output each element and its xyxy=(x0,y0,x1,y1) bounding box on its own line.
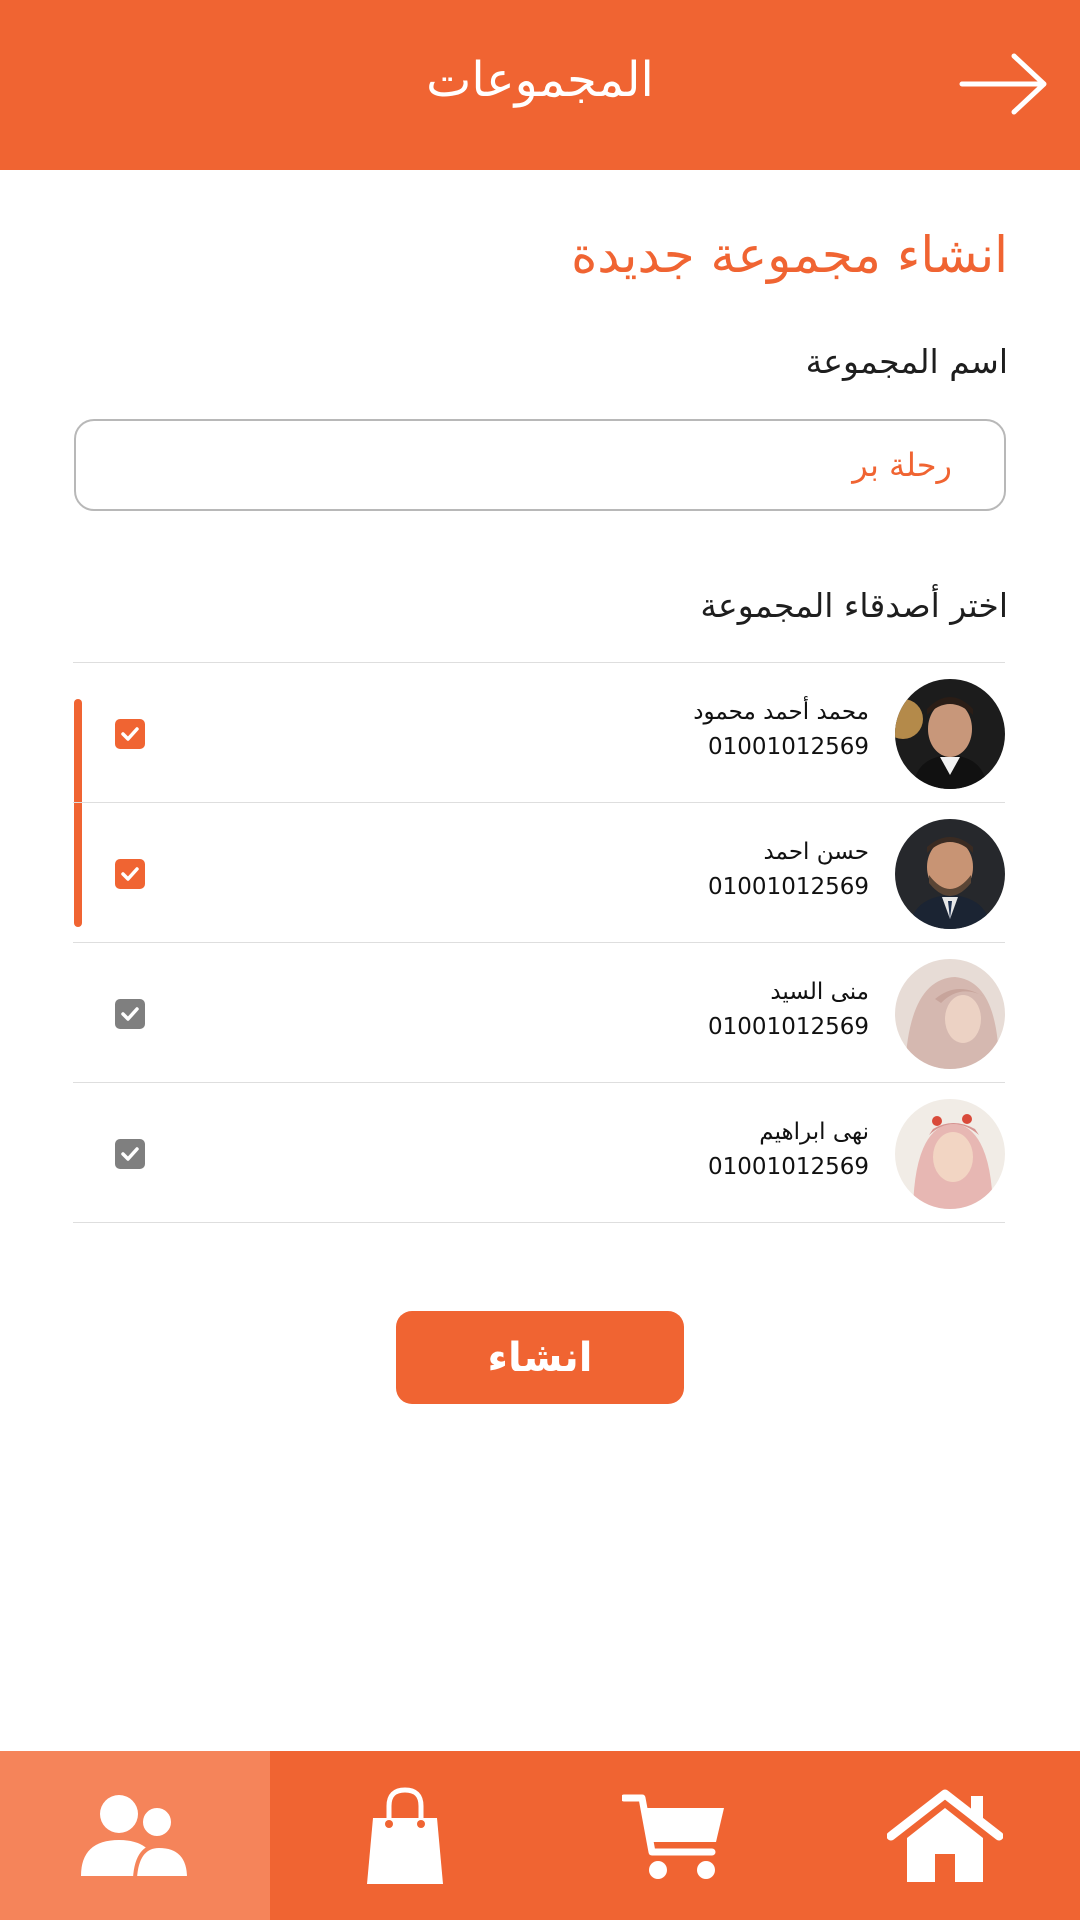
friend-checkbox[interactable] xyxy=(115,859,145,889)
friend-phone: 01001012569 xyxy=(708,734,869,760)
avatar xyxy=(895,959,1005,1069)
nav-cart[interactable] xyxy=(540,1751,810,1920)
friends-list: محمد أحمد محمود 01001012569 حسن احمد 010… xyxy=(73,662,1005,1223)
cart-icon xyxy=(622,1794,724,1879)
friend-row[interactable]: محمد أحمد محمود 01001012569 xyxy=(73,663,1005,803)
checkmark-icon xyxy=(121,1147,139,1161)
friend-row[interactable]: حسن احمد 01001012569 xyxy=(73,803,1005,943)
friend-row[interactable]: نهى ابراهيم 01001012569 xyxy=(73,1083,1005,1223)
friend-name: منى السيد xyxy=(770,979,869,1005)
select-friends-label: اختر أصدقاء المجموعة xyxy=(700,586,1008,625)
avatar xyxy=(895,1099,1005,1209)
nav-shopping-bag[interactable] xyxy=(270,1751,540,1920)
friend-checkbox[interactable] xyxy=(115,719,145,749)
friend-row[interactable]: منى السيد 01001012569 xyxy=(73,943,1005,1083)
friend-name: نهى ابراهيم xyxy=(759,1119,869,1145)
friend-phone: 01001012569 xyxy=(708,1154,869,1180)
friend-phone: 01001012569 xyxy=(708,874,869,900)
shopping-bag-icon xyxy=(367,1786,443,1884)
group-name-label: اسم المجموعة xyxy=(805,342,1008,381)
create-group-button[interactable]: انشاء xyxy=(396,1311,684,1404)
avatar xyxy=(895,819,1005,929)
create-group-heading: انشاء مجموعة جديدة xyxy=(571,226,1008,284)
groups-screen: المجموعات انشاء مجموعة جديدة اسم المجموع… xyxy=(0,0,1080,1920)
friend-phone: 01001012569 xyxy=(708,1014,869,1040)
checkmark-icon xyxy=(121,867,139,881)
top-app-bar: المجموعات xyxy=(0,0,1080,170)
friend-checkbox[interactable] xyxy=(115,1139,145,1169)
checkmark-icon xyxy=(121,1007,139,1021)
avatar xyxy=(895,679,1005,789)
page-title: المجموعات xyxy=(426,52,654,108)
arrow-right-icon[interactable] xyxy=(956,50,1052,118)
checkmark-icon xyxy=(121,727,139,741)
friend-checkbox[interactable] xyxy=(115,999,145,1029)
nav-home[interactable] xyxy=(810,1751,1080,1920)
bottom-nav xyxy=(0,1751,1080,1920)
groups-icon xyxy=(81,1794,191,1880)
friend-name: محمد أحمد محمود xyxy=(693,699,869,725)
nav-groups[interactable] xyxy=(0,1751,270,1920)
home-icon xyxy=(887,1789,1003,1882)
group-name-input[interactable] xyxy=(74,419,1006,511)
friend-name: حسن احمد xyxy=(763,839,869,865)
